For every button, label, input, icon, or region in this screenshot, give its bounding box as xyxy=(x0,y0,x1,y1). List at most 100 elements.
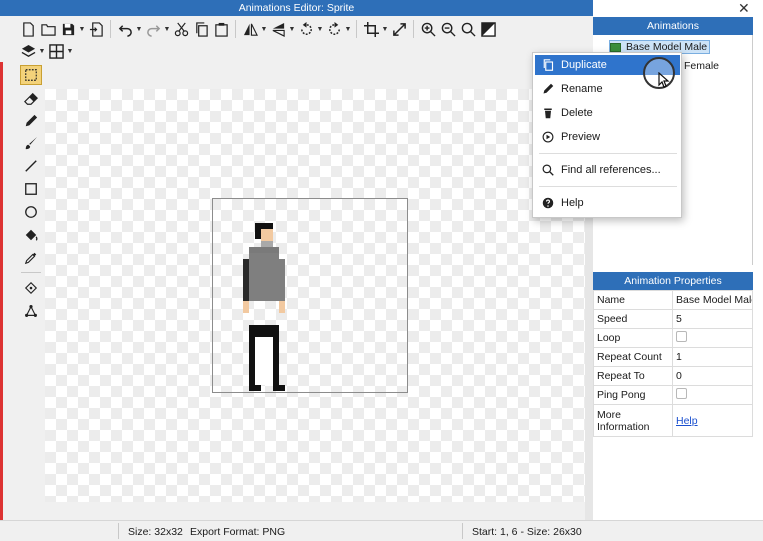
status-divider xyxy=(462,523,463,539)
table-row: Repeat Count 1 xyxy=(593,347,753,367)
open-folder-icon[interactable] xyxy=(38,19,58,39)
mask-icon[interactable] xyxy=(20,301,42,321)
save-caret-icon[interactable]: ▼ xyxy=(78,26,86,33)
menu-item-label: Preview xyxy=(561,131,601,143)
menu-item-preview[interactable]: Preview xyxy=(535,127,680,147)
layers-caret-icon[interactable]: ▼ xyxy=(38,48,46,55)
help-link-cell: Help xyxy=(672,404,753,437)
save-icon[interactable] xyxy=(58,19,78,39)
property-name: Loop xyxy=(593,328,673,348)
crop-caret-icon[interactable]: ▼ xyxy=(381,26,389,33)
table-row: More Information Help xyxy=(593,404,753,437)
property-value[interactable]: Base Model Male xyxy=(672,290,753,310)
redo-icon[interactable] xyxy=(143,19,163,39)
export-icon[interactable] xyxy=(86,19,106,39)
origin-icon[interactable] xyxy=(20,278,42,298)
toolbar-row-2: ▼ ▼ xyxy=(18,40,74,62)
ping-pong-checkbox[interactable] xyxy=(676,388,687,399)
flip-horizontal-caret-icon[interactable]: ▼ xyxy=(260,26,268,33)
crop-icon[interactable] xyxy=(361,19,381,39)
help-link[interactable]: Help xyxy=(676,415,698,427)
flip-vertical-caret-icon[interactable]: ▼ xyxy=(288,26,296,33)
property-value[interactable]: 5 xyxy=(672,309,753,329)
toolbar-divider xyxy=(110,20,111,38)
status-size: Size: 32x32 xyxy=(128,526,183,538)
grid-caret-icon[interactable]: ▼ xyxy=(66,48,74,55)
status-bar: Size: 32x32 Export Format: PNG Start: 1,… xyxy=(0,520,763,541)
eraser-icon[interactable] xyxy=(20,89,42,109)
menu-item-label: Duplicate xyxy=(561,59,607,71)
table-row: Loop xyxy=(593,328,753,348)
undo-icon[interactable] xyxy=(115,19,135,39)
grid-icon[interactable] xyxy=(46,41,66,61)
menu-item-find-references[interactable]: Find all references... xyxy=(535,160,680,180)
zoom-in-icon[interactable] xyxy=(418,19,438,39)
property-name: Speed xyxy=(593,309,673,329)
toolbar-row-1: ▼ ▼ ▼ ▼ ▼ ▼ ▼ ▼ xyxy=(18,18,498,40)
new-file-icon[interactable] xyxy=(18,19,38,39)
rotate-left-caret-icon[interactable]: ▼ xyxy=(316,26,324,33)
property-value[interactable]: 1 xyxy=(672,347,753,367)
list-item[interactable]: Female xyxy=(684,59,719,73)
menu-item-label: Rename xyxy=(561,83,603,95)
sprite-character-image xyxy=(243,223,285,391)
loop-checkbox[interactable] xyxy=(676,331,687,342)
table-row: Speed 5 xyxy=(593,309,753,329)
tool-palette xyxy=(17,62,45,520)
property-value[interactable]: 0 xyxy=(672,366,753,386)
status-export-format: Export Format: PNG xyxy=(190,526,286,538)
property-name: Name xyxy=(593,290,673,310)
tool-divider xyxy=(21,272,41,273)
animation-properties-table: Name Base Model Male Speed 5 Loop Repeat… xyxy=(593,290,753,437)
menu-item-label: Help xyxy=(561,197,584,209)
animation-properties-title: Animation Properties xyxy=(593,272,753,290)
menu-item-label: Delete xyxy=(561,107,593,119)
redo-caret-icon[interactable]: ▼ xyxy=(163,26,171,33)
property-name: More Information xyxy=(593,404,673,437)
cut-icon[interactable] xyxy=(171,19,191,39)
ellipse-icon[interactable] xyxy=(20,202,42,222)
menu-divider xyxy=(539,186,677,187)
duplicate-icon xyxy=(538,59,558,71)
rotate-left-icon[interactable] xyxy=(296,19,316,39)
menu-divider xyxy=(539,153,677,154)
property-name: Ping Pong xyxy=(593,385,673,405)
loop-checkbox-cell xyxy=(672,328,753,348)
rectangle-icon[interactable] xyxy=(20,179,42,199)
play-icon xyxy=(538,131,558,143)
editor-toolbar: ▼ ▼ ▼ ▼ ▼ ▼ ▼ ▼ ▼ ▼ xyxy=(0,16,593,62)
animations-panel-title: Animations xyxy=(593,17,753,35)
zoom-out-icon[interactable] xyxy=(438,19,458,39)
layers-icon[interactable] xyxy=(18,41,38,61)
sprite-canvas[interactable] xyxy=(45,89,585,502)
trash-icon xyxy=(538,107,558,119)
close-icon[interactable]: ✕ xyxy=(738,0,750,17)
rotate-right-caret-icon[interactable]: ▼ xyxy=(344,26,352,33)
flip-horizontal-icon[interactable] xyxy=(240,19,260,39)
table-row: Repeat To 0 xyxy=(593,366,753,386)
resize-icon[interactable] xyxy=(389,19,409,39)
flip-vertical-icon[interactable] xyxy=(268,19,288,39)
help-icon xyxy=(538,197,558,209)
brush-icon[interactable] xyxy=(20,133,42,153)
menu-item-delete[interactable]: Delete xyxy=(535,103,680,123)
toolbar-divider xyxy=(235,20,236,38)
line-icon[interactable] xyxy=(20,156,42,176)
toggle-background-icon[interactable] xyxy=(478,19,498,39)
pencil-icon[interactable] xyxy=(20,111,42,131)
zoom-fit-icon[interactable] xyxy=(458,19,478,39)
fill-bucket-icon[interactable] xyxy=(20,225,42,245)
color-picker-icon[interactable] xyxy=(20,248,42,268)
animation-item-label: Female xyxy=(684,60,720,72)
paste-icon[interactable] xyxy=(211,19,231,39)
rotate-right-icon[interactable] xyxy=(324,19,344,39)
sprite-frame[interactable] xyxy=(212,198,408,393)
status-selection: Start: 1, 6 - Size: 26x30 xyxy=(472,526,582,538)
table-row: Name Base Model Male xyxy=(593,290,753,310)
menu-item-label: Find all references... xyxy=(561,164,661,176)
menu-item-help[interactable]: Help xyxy=(535,193,680,213)
undo-caret-icon[interactable]: ▼ xyxy=(135,26,143,33)
search-icon xyxy=(538,164,558,176)
select-rectangle-icon[interactable] xyxy=(20,65,42,85)
copy-icon[interactable] xyxy=(191,19,211,39)
